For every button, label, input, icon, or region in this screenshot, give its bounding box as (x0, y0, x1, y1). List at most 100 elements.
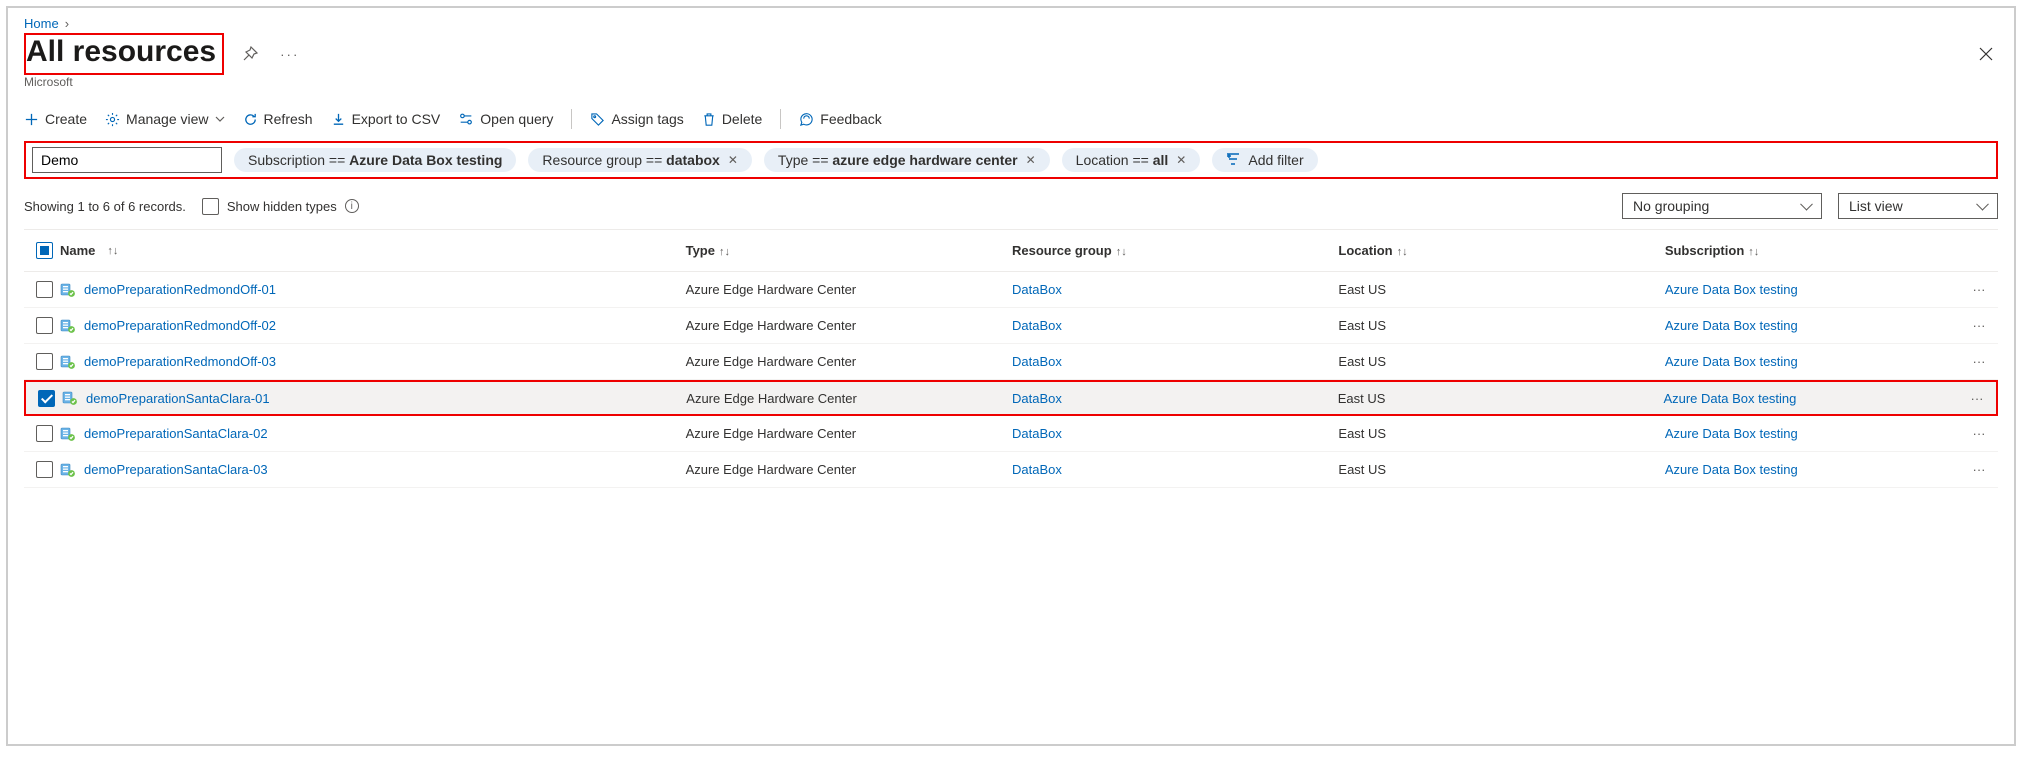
list-meta-bar: Showing 1 to 6 of 6 records. Show hidden… (24, 187, 1998, 229)
breadcrumb: Home › (24, 16, 1998, 31)
column-header-location[interactable]: Location↑↓ (1338, 243, 1664, 258)
breadcrumb-home[interactable]: Home (24, 16, 59, 31)
filter-pill-type[interactable]: Type == azure edge hardware center ✕ (764, 148, 1050, 172)
filter-pill-subscription[interactable]: Subscription == Azure Data Box testing (234, 148, 516, 172)
search-input[interactable] (32, 147, 222, 173)
table-row[interactable]: demoPreparationSantaClara-01 Azure Edge … (24, 380, 1998, 416)
resource-name-link[interactable]: demoPreparationSantaClara-02 (84, 426, 268, 441)
row-more-button[interactable]: ··· (1964, 354, 1994, 369)
table-row[interactable]: demoPreparationSantaClara-02 Azure Edge … (24, 416, 1998, 452)
add-filter-label: Add filter (1248, 152, 1303, 168)
info-icon[interactable]: i (345, 199, 359, 213)
feedback-button[interactable]: Feedback (799, 109, 881, 129)
row-checkbox[interactable] (38, 390, 55, 407)
resource-name-link[interactable]: demoPreparationSantaClara-01 (86, 391, 270, 406)
view-dropdown[interactable]: List view (1838, 193, 1998, 219)
subscription-link[interactable]: Azure Data Box testing (1665, 354, 1798, 369)
resource-name-link[interactable]: demoPreparationRedmondOff-03 (84, 354, 276, 369)
open-query-button[interactable]: Open query (458, 109, 553, 129)
sort-icon: ↑↓ (719, 246, 730, 258)
separator (780, 109, 781, 129)
grouping-dropdown[interactable]: No grouping (1622, 193, 1822, 219)
row-more-button[interactable]: ··· (1964, 318, 1994, 333)
resource-icon (60, 354, 76, 370)
gear-icon (105, 112, 120, 127)
refresh-icon (243, 112, 258, 127)
column-header-resource-group[interactable]: Resource group↑↓ (1012, 243, 1338, 258)
command-bar: Create Manage view Refresh Export to CSV… (24, 101, 1998, 141)
refresh-label: Refresh (264, 111, 313, 127)
refresh-button[interactable]: Refresh (243, 109, 313, 129)
filter-pill-location[interactable]: Location == all ✕ (1062, 148, 1201, 172)
resource-location: East US (1338, 282, 1664, 297)
close-button[interactable] (1974, 42, 1998, 66)
resource-group-link[interactable]: DataBox (1012, 462, 1062, 477)
subscription-link[interactable]: Azure Data Box testing (1665, 282, 1798, 297)
page-title-highlight: All resources (24, 33, 224, 75)
resource-grid: Name↑↓ Type↑↓ Resource group↑↓ Location↑… (24, 229, 1998, 488)
resource-icon (60, 426, 76, 442)
export-csv-button[interactable]: Export to CSV (331, 109, 441, 129)
close-icon[interactable]: ✕ (1176, 153, 1186, 167)
more-button[interactable]: ··· (276, 43, 303, 66)
filter-bar-highlight: Subscription == Azure Data Box testing R… (24, 141, 1998, 179)
resource-group-link[interactable]: DataBox (1012, 426, 1062, 441)
feedback-icon (799, 112, 814, 127)
row-checkbox[interactable] (36, 461, 53, 478)
feedback-label: Feedback (820, 111, 881, 127)
table-row[interactable]: demoPreparationRedmondOff-03 Azure Edge … (24, 344, 1998, 380)
select-all-checkbox[interactable] (36, 242, 53, 259)
row-checkbox[interactable] (36, 281, 53, 298)
sort-icon: ↑↓ (107, 245, 118, 257)
sort-icon: ↑↓ (1116, 246, 1127, 258)
row-more-button[interactable]: ··· (1962, 391, 1992, 406)
column-header-subscription[interactable]: Subscription↑↓ (1665, 243, 1964, 258)
row-more-button[interactable]: ··· (1964, 462, 1994, 477)
delete-button[interactable]: Delete (702, 109, 762, 129)
table-row[interactable]: demoPreparationRedmondOff-01 Azure Edge … (24, 272, 1998, 308)
resource-type: Azure Edge Hardware Center (686, 318, 1012, 333)
ellipsis-icon: ··· (280, 47, 299, 62)
subscription-link[interactable]: Azure Data Box testing (1665, 462, 1798, 477)
pin-icon (242, 46, 258, 62)
row-more-button[interactable]: ··· (1964, 426, 1994, 441)
table-row[interactable]: demoPreparationRedmondOff-02 Azure Edge … (24, 308, 1998, 344)
resource-group-link[interactable]: DataBox (1012, 391, 1062, 406)
subscription-link[interactable]: Azure Data Box testing (1665, 426, 1798, 441)
add-filter-button[interactable]: Add filter (1212, 148, 1317, 172)
manage-view-button[interactable]: Manage view (105, 109, 225, 129)
row-checkbox[interactable] (36, 317, 53, 334)
column-header-name[interactable]: Name↑↓ (60, 243, 686, 258)
resource-name-link[interactable]: demoPreparationRedmondOff-01 (84, 282, 276, 297)
resource-location: East US (1338, 391, 1664, 406)
close-icon[interactable]: ✕ (1026, 153, 1036, 167)
plus-icon (24, 112, 39, 127)
grid-header: Name↑↓ Type↑↓ Resource group↑↓ Location↑… (24, 230, 1998, 272)
close-icon[interactable]: ✕ (728, 153, 738, 167)
resource-name-link[interactable]: demoPreparationRedmondOff-02 (84, 318, 276, 333)
filter-pill-resource-group[interactable]: Resource group == databox ✕ (528, 148, 752, 172)
resource-type: Azure Edge Hardware Center (686, 462, 1012, 477)
delete-label: Delete (722, 111, 762, 127)
row-checkbox[interactable] (36, 425, 53, 442)
pin-button[interactable] (238, 42, 262, 66)
create-label: Create (45, 111, 87, 127)
resource-group-link[interactable]: DataBox (1012, 354, 1062, 369)
subscription-link[interactable]: Azure Data Box testing (1665, 318, 1798, 333)
resource-name-link[interactable]: demoPreparationSantaClara-03 (84, 462, 268, 477)
assign-tags-button[interactable]: Assign tags (590, 109, 683, 129)
resource-group-link[interactable]: DataBox (1012, 318, 1062, 333)
chevron-down-icon (215, 111, 225, 127)
resource-icon (62, 390, 78, 406)
create-button[interactable]: Create (24, 109, 87, 129)
subscription-link[interactable]: Azure Data Box testing (1663, 391, 1796, 406)
table-row[interactable]: demoPreparationSantaClara-03 Azure Edge … (24, 452, 1998, 488)
row-checkbox[interactable] (36, 353, 53, 370)
column-header-type[interactable]: Type↑↓ (686, 243, 1012, 258)
row-more-button[interactable]: ··· (1964, 282, 1994, 297)
download-icon (331, 112, 346, 127)
show-hidden-checkbox[interactable] (202, 198, 219, 215)
resource-icon (60, 282, 76, 298)
resource-group-link[interactable]: DataBox (1012, 282, 1062, 297)
sort-icon: ↑↓ (1748, 246, 1759, 258)
